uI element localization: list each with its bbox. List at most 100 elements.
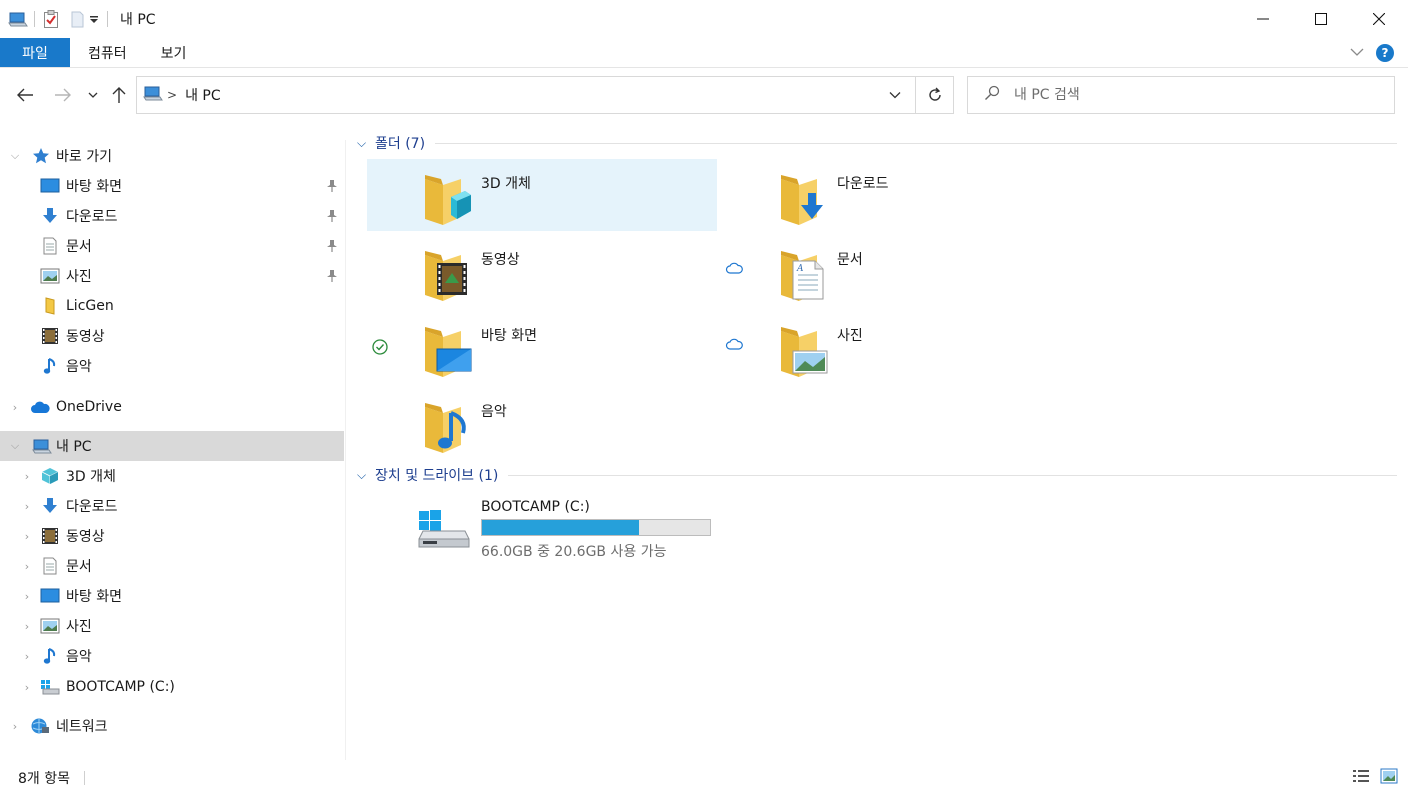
expand-ribbon-icon[interactable] bbox=[1350, 45, 1364, 61]
details-view-icon[interactable] bbox=[1352, 768, 1370, 788]
desktop-icon bbox=[40, 586, 60, 606]
forward-button[interactable] bbox=[50, 82, 76, 108]
nav-pc-pictures[interactable]: › 사진 bbox=[0, 611, 344, 641]
windows-drive-icon bbox=[417, 509, 471, 555]
help-icon[interactable]: ? bbox=[1376, 44, 1394, 62]
nav-label: LicGen bbox=[66, 298, 114, 314]
tab-view[interactable]: 보기 bbox=[149, 38, 209, 67]
nav-this-pc[interactable]: ⌵ 내 PC bbox=[0, 431, 344, 461]
nav-pc-desktop[interactable]: › 바탕 화면 bbox=[0, 581, 344, 611]
collapse-chevron-icon[interactable]: ⌵ bbox=[357, 136, 371, 151]
view-buttons bbox=[1352, 768, 1398, 788]
documents-icon: A bbox=[777, 243, 829, 301]
nav-label: 문서 bbox=[66, 239, 92, 255]
nav-label: 동영상 bbox=[66, 329, 105, 345]
expand-chevron-icon[interactable]: › bbox=[21, 650, 33, 663]
customize-toolbar-icon[interactable] bbox=[87, 9, 101, 29]
pin-icon[interactable] bbox=[326, 209, 338, 227]
nav-pc-downloads[interactable]: › 다운로드 bbox=[0, 491, 344, 521]
nav-pc-videos[interactable]: › 동영상 bbox=[0, 521, 344, 551]
address-dropdown-button[interactable] bbox=[877, 77, 913, 113]
folders-group-header[interactable]: ⌵ 폴더 (7) bbox=[357, 132, 1397, 154]
nav-quick-videos[interactable]: 동영상 bbox=[0, 321, 344, 351]
folder-tile-downloads[interactable]: 다운로드 bbox=[723, 159, 1073, 231]
nav-label: 사진 bbox=[66, 619, 92, 635]
drive-name: BOOTCAMP (C:) bbox=[481, 499, 590, 515]
new-folder-icon[interactable] bbox=[67, 9, 87, 29]
drive-tile-bootcamp[interactable]: BOOTCAMP (C:) 66.0GB 중 20.6GB 사용 가능 bbox=[409, 499, 809, 569]
folder-tile-videos[interactable]: 동영상 bbox=[367, 235, 717, 307]
collapse-chevron-icon[interactable]: ⌵ bbox=[357, 468, 371, 483]
cube-icon bbox=[40, 466, 60, 486]
arrow-left-icon bbox=[17, 88, 33, 102]
tab-file[interactable]: 파일 bbox=[0, 38, 70, 67]
close-button[interactable] bbox=[1350, 0, 1408, 38]
large-icons-view-icon[interactable] bbox=[1380, 768, 1398, 788]
address-bar[interactable]: > 내 PC bbox=[136, 76, 916, 114]
breadcrumb-this-pc[interactable]: 내 PC bbox=[185, 85, 221, 105]
pictures-icon bbox=[40, 266, 60, 286]
maximize-icon bbox=[1315, 13, 1327, 25]
minimize-button[interactable] bbox=[1234, 0, 1292, 38]
refresh-button[interactable] bbox=[916, 76, 954, 114]
folder-tile-documents[interactable]: A 문서 bbox=[723, 235, 1073, 307]
up-button[interactable] bbox=[106, 82, 132, 108]
nav-pc-bootcamp[interactable]: › BOOTCAMP (C:) bbox=[0, 672, 344, 702]
expand-chevron-icon[interactable]: › bbox=[21, 681, 33, 694]
expand-chevron-icon[interactable]: › bbox=[9, 720, 21, 733]
breadcrumb-separator[interactable]: > bbox=[167, 88, 177, 102]
item-count: 8개 항목 bbox=[18, 770, 70, 787]
tab-computer[interactable]: 컴퓨터 bbox=[70, 38, 149, 67]
expand-chevron-icon[interactable]: › bbox=[21, 560, 33, 573]
group-title: 폴더 (7) bbox=[375, 136, 426, 152]
collapse-chevron-icon[interactable]: ⌵ bbox=[9, 439, 21, 453]
pin-icon[interactable] bbox=[326, 269, 338, 287]
folder-label: 문서 bbox=[837, 252, 863, 268]
nav-pc-music[interactable]: › 음악 bbox=[0, 641, 344, 671]
star-icon bbox=[31, 146, 51, 166]
folder-label: 바탕 화면 bbox=[481, 328, 537, 344]
expand-chevron-icon[interactable]: › bbox=[9, 401, 21, 414]
nav-quick-pictures[interactable]: 사진 bbox=[0, 261, 344, 291]
downloads-icon bbox=[777, 167, 829, 225]
folder-label: 동영상 bbox=[481, 252, 520, 268]
recent-locations-button[interactable] bbox=[80, 82, 106, 108]
drives-group-header[interactable]: ⌵ 장치 및 드라이브 (1) bbox=[357, 464, 1397, 486]
pictures-icon bbox=[40, 616, 60, 636]
computer-icon[interactable] bbox=[8, 9, 28, 29]
nav-quick-documents[interactable]: 문서 bbox=[0, 231, 344, 261]
nav-quick-access[interactable]: ⌵ 바로 가기 bbox=[0, 141, 344, 171]
maximize-button[interactable] bbox=[1292, 0, 1350, 38]
chevron-down-icon bbox=[88, 92, 98, 98]
refresh-icon bbox=[928, 87, 941, 101]
expand-chevron-icon[interactable]: › bbox=[21, 590, 33, 603]
nav-network[interactable]: › 네트워크 bbox=[0, 711, 344, 741]
expand-chevron-icon[interactable]: › bbox=[21, 620, 33, 633]
properties-icon[interactable] bbox=[41, 9, 61, 29]
pin-icon[interactable] bbox=[326, 239, 338, 257]
computer-icon bbox=[143, 84, 163, 106]
nav-quick-downloads[interactable]: 다운로드 bbox=[0, 201, 344, 231]
nav-pc-3d-objects[interactable]: › 3D 개체 bbox=[0, 461, 344, 491]
chevron-down-icon bbox=[889, 92, 901, 99]
nav-quick-music[interactable]: 음악 bbox=[0, 351, 344, 381]
folder-tile-music[interactable]: 음악 bbox=[367, 387, 717, 459]
arrow-right-icon bbox=[55, 88, 71, 102]
nav-label: 바탕 화면 bbox=[66, 179, 122, 195]
pin-icon[interactable] bbox=[326, 179, 338, 197]
search-input[interactable] bbox=[1014, 87, 1374, 103]
expand-chevron-icon[interactable]: › bbox=[21, 530, 33, 543]
nav-onedrive[interactable]: › OneDrive bbox=[0, 392, 344, 422]
folder-tile-pictures[interactable]: 사진 bbox=[723, 311, 1073, 383]
nav-label: 다운로드 bbox=[66, 209, 118, 225]
back-button[interactable] bbox=[12, 82, 38, 108]
nav-quick-licgen[interactable]: LicGen bbox=[0, 291, 344, 321]
nav-pc-documents[interactable]: › 문서 bbox=[0, 551, 344, 581]
expand-chevron-icon[interactable]: › bbox=[21, 500, 33, 513]
folder-tile-3d-objects[interactable]: 3D 개체 bbox=[367, 159, 717, 231]
status-bar: 8개 항목 bbox=[0, 762, 1408, 793]
expand-chevron-icon[interactable]: › bbox=[21, 470, 33, 483]
nav-quick-desktop[interactable]: 바탕 화면 bbox=[0, 171, 344, 201]
folder-tile-desktop[interactable]: 바탕 화면 bbox=[367, 311, 717, 383]
collapse-chevron-icon[interactable]: ⌵ bbox=[9, 149, 21, 163]
